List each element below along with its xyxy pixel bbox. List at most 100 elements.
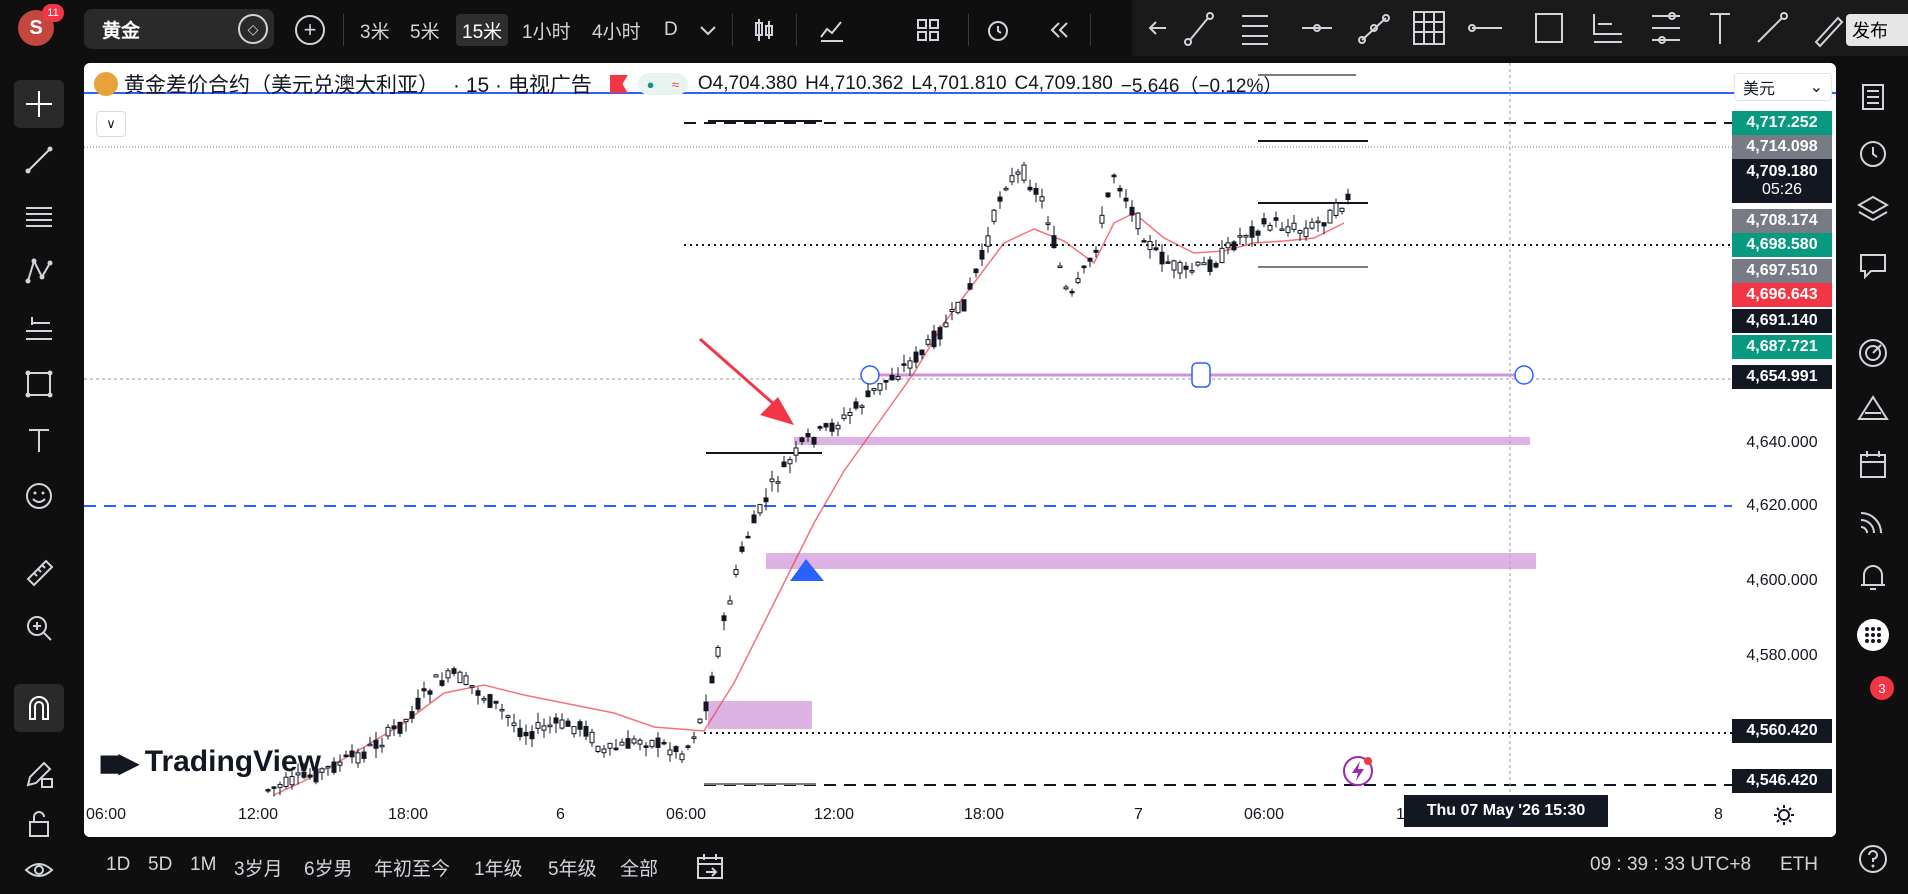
time-tick: 06:00 [666,806,707,823]
candle-body [1315,220,1321,224]
candle-body [481,698,487,701]
flag-icon[interactable] [609,75,628,93]
timeframe-1h[interactable]: 1小时 [516,14,577,46]
candle-body [421,688,427,692]
candle-body [967,283,973,290]
range-1d[interactable]: 1D [106,854,130,876]
indicators-icon[interactable] [814,12,850,48]
text-icon[interactable] [14,416,64,464]
candle-body [445,670,451,679]
broadcast-icon[interactable] [1850,498,1896,544]
candle-body [373,739,379,749]
ruler-icon[interactable] [14,548,64,596]
price-label: 4,697.510 [1732,259,1832,283]
candle-body [883,379,889,383]
replay-icon[interactable] [1040,12,1076,48]
legend-collapse-button[interactable]: ∨ [96,111,126,137]
trendline-icon[interactable] [14,136,64,184]
candle-body [475,690,481,696]
candle-body [1273,217,1279,221]
chat-icon[interactable] [1850,242,1896,288]
candle-body [799,437,805,443]
clock-icon[interactable] [1850,130,1896,176]
status-pill[interactable]: ● ≈ [637,73,688,95]
price-label: 4,717.252 [1732,111,1832,135]
candle-body [823,423,829,428]
shapes-icon[interactable] [14,360,64,408]
candle-body [1297,230,1303,234]
candle-body [637,739,643,745]
fib-icon[interactable] [14,192,64,240]
timeframe-d[interactable]: D [658,14,684,46]
candle-body [847,412,853,416]
range-all[interactable]: 全部 [620,854,658,881]
emoji-icon[interactable] [14,472,64,520]
range-6m[interactable]: 6岁男 [304,854,353,881]
price-label: 4,698.580 [1732,233,1832,257]
candle-body [1153,247,1159,251]
candle-body [433,674,439,678]
range-ytd[interactable]: 年初至今 [374,854,450,881]
watchlist-icon[interactable] [1850,74,1896,120]
forecast-icon[interactable] [14,304,64,352]
candle-body [1099,214,1105,224]
compare-add-icon[interactable]: + [295,15,325,45]
layers-icon[interactable] [1850,186,1896,232]
candle-body [1039,196,1045,202]
timeframe-5m[interactable]: 5米 [404,14,446,46]
triangle-icon[interactable] [1850,386,1896,432]
candle-body [325,765,331,769]
candle-body [673,746,679,753]
timeframe-3m[interactable]: 3米 [354,14,396,46]
pattern-icon[interactable] [14,248,64,296]
candle-body [1339,207,1345,212]
range-1m[interactable]: 1M [190,854,216,876]
currency-select[interactable]: 美元 ⌄ [1734,73,1832,101]
clock-display[interactable]: 09 : 39 : 33 UTC+8 [1590,854,1751,876]
candle-body [361,751,367,759]
session-label[interactable]: ETH [1780,854,1818,876]
bell-icon[interactable] [1850,554,1896,600]
candle-body [937,327,943,340]
zoom-icon[interactable] [14,604,64,652]
magnet-icon[interactable] [14,684,64,732]
right-sidebar [1836,60,1908,894]
candles-icon[interactable] [746,12,782,48]
eye-icon[interactable] [14,846,64,894]
calendar-icon[interactable] [1850,442,1896,488]
candle-body [805,433,811,438]
range-5y[interactable]: 5年级 [548,854,597,881]
drawing-tools-icons[interactable] [1132,0,1908,56]
pencil-lock-icon[interactable] [14,750,64,798]
candle-body [1285,226,1291,233]
candle-body [895,376,901,380]
help-icon[interactable] [1850,836,1896,882]
templates-icon[interactable] [910,12,946,48]
diamond-icon[interactable]: ◇ [238,14,268,44]
range-3m[interactable]: 3岁月 [234,854,283,881]
publish-button[interactable]: 发布 [1846,14,1908,46]
timeframe-4h[interactable]: 4小时 [586,14,647,46]
price-chart[interactable] [84,63,1836,837]
candle-body [997,196,1003,202]
target-icon[interactable] [1850,330,1896,376]
chevron-down-icon[interactable] [690,12,726,48]
settings-gear-icon[interactable] [1772,803,1796,827]
price-label: 4,654.991 [1732,365,1832,389]
range-1y[interactable]: 1年级 [474,854,523,881]
timeframe-15m[interactable]: 15米 [456,14,509,46]
chart-pane[interactable]: 黄金差价合约（美元兑澳大利亚） · 15 · 电视广告 ● ≈ O4,704.38… [84,63,1836,837]
divider [732,14,733,46]
goto-date-icon[interactable] [694,852,728,882]
dots-icon[interactable] [1850,612,1896,658]
alert-icon[interactable] [980,12,1016,48]
range-5d[interactable]: 5D [148,854,172,876]
candle-body [1141,240,1147,243]
crosshair-icon[interactable] [14,80,64,128]
lightning-icon[interactable] [1340,753,1376,789]
symbol-search[interactable]: 黄金 ◇ [84,9,274,49]
lock-icon[interactable] [14,800,64,848]
candle-body [379,744,385,748]
candle-body [463,675,469,685]
candle-body [757,504,763,514]
